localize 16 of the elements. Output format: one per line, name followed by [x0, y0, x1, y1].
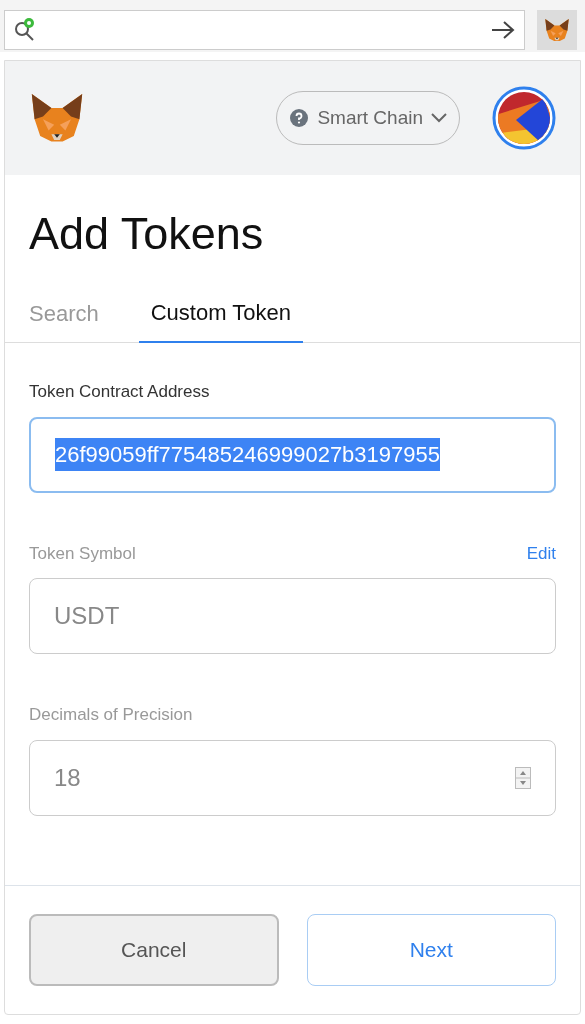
- field-label: Token Contract Address: [29, 381, 210, 403]
- tab[interactable]: Search: [29, 296, 139, 342]
- input-field[interactable]: 26f99059ff775485246999027b3197955: [29, 416, 556, 493]
- help-icon: [289, 108, 310, 128]
- extension-button[interactable]: [537, 10, 577, 50]
- field-label: Decimals of Precision: [29, 704, 193, 726]
- field-label: Token Symbol: [29, 542, 136, 565]
- arrow-icon[interactable]: [490, 19, 516, 41]
- fox-icon: [544, 18, 570, 42]
- chevron-down-icon: [431, 113, 447, 123]
- fox-logo-icon: [29, 94, 85, 142]
- tab[interactable]: Custom Token: [138, 296, 303, 343]
- account-avatar[interactable]: [492, 86, 556, 150]
- next-button[interactable]: Next: [306, 914, 556, 986]
- page-title: Add Tokens: [28, 211, 265, 256]
- cancel-button[interactable]: Cancel: [29, 914, 279, 986]
